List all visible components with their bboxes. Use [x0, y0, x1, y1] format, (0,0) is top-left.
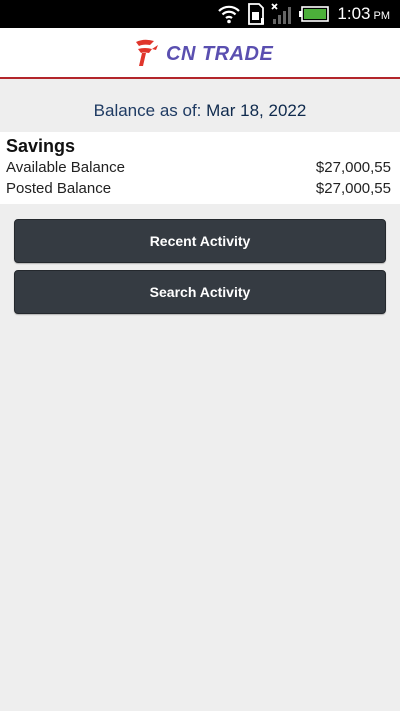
- available-balance-row: Available Balance $27,000,55: [6, 159, 391, 179]
- balance-as-of: Balance as of: Mar 18, 2022: [0, 97, 400, 125]
- wifi-icon: [218, 5, 241, 24]
- status-ampm: PM: [373, 10, 391, 22]
- no-signal-icon: [271, 3, 292, 24]
- logo-mark-icon: [136, 39, 158, 66]
- status-time: 1:03: [337, 4, 371, 23]
- app-logo: CN TRADE: [134, 38, 273, 68]
- search-activity-button[interactable]: Search Activity: [14, 270, 386, 314]
- posted-balance-value: $27,000,55: [315, 180, 391, 197]
- posted-balance-label: Posted Balance: [6, 180, 112, 197]
- available-balance-label: Available Balance: [6, 159, 125, 176]
- sim-card-icon: [248, 3, 265, 25]
- balance-as-of-label: Balance as of:: [93, 101, 202, 120]
- battery-icon: [299, 6, 330, 22]
- account-card: Savings Available Balance $27,000,55 Pos…: [0, 132, 400, 204]
- status-icons: 1:03 PM: [211, 0, 390, 28]
- status-bar: 1:03 PM: [0, 0, 400, 28]
- recent-activity-button[interactable]: Recent Activity: [14, 219, 386, 263]
- logo-text: CN TRADE: [166, 42, 274, 65]
- available-balance-value: $27,000,55: [315, 159, 391, 176]
- account-name: Savings: [6, 136, 76, 156]
- status-clock: 1:03 PM: [337, 4, 390, 24]
- app-header: CN TRADE: [0, 28, 400, 79]
- balance-as-of-date: Mar 18, 2022: [206, 101, 307, 120]
- posted-balance-row: Posted Balance $27,000,55: [6, 180, 391, 200]
